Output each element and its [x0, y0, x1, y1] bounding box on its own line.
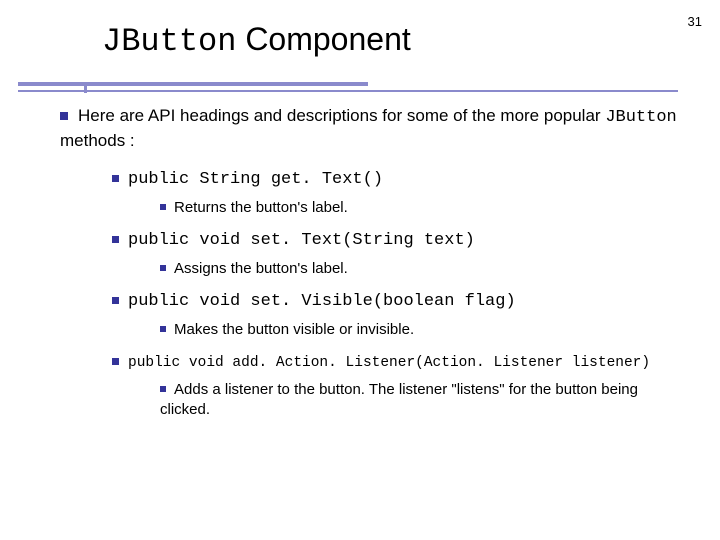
bullet-icon — [112, 175, 119, 182]
method-desc: Assigns the button's label. — [160, 259, 680, 279]
title-area: JButton Component — [0, 22, 720, 59]
bullet-icon — [160, 326, 166, 332]
bullet-icon — [112, 297, 119, 304]
intro-line: Here are API headings and descriptions f… — [60, 105, 680, 153]
method-item: public void set. Visible(boolean flag) — [112, 289, 680, 314]
method-desc-text: Returns the button's label. — [174, 199, 348, 216]
content: Here are API headings and descriptions f… — [60, 105, 680, 427]
method-signature: public String get. Text() — [128, 170, 383, 189]
slide: 31 JButton Component Here are API headin… — [0, 0, 720, 540]
method-desc: Adds a listener to the button. The liste… — [160, 380, 680, 421]
method-desc-text: Makes the button visible or invisible. — [174, 321, 414, 338]
method-signature: public void set. Visible(boolean flag) — [128, 292, 516, 311]
slide-title: JButton Component — [102, 22, 720, 59]
method-item: public void set. Text(String text) — [112, 228, 680, 253]
intro-mono: JButton — [605, 108, 676, 127]
bullet-icon — [160, 265, 166, 271]
intro-post: methods : — [60, 131, 135, 150]
method-item: public String get. Text() — [112, 167, 680, 192]
method-desc: Makes the button visible or invisible. — [160, 320, 680, 340]
title-mono: JButton — [102, 23, 236, 60]
bullet-icon — [160, 204, 166, 210]
bullet-icon — [112, 236, 119, 243]
bullet-icon — [112, 358, 119, 365]
title-rule-top — [18, 82, 368, 86]
method-signature: public void set. Text(String text) — [128, 231, 475, 250]
method-desc-text: Adds a listener to the button. The liste… — [160, 381, 638, 418]
intro-pre: Here are API headings and descriptions f… — [78, 106, 605, 125]
bullet-icon — [60, 112, 68, 120]
bullet-icon — [160, 386, 166, 392]
method-desc-text: Assigns the button's label. — [174, 260, 348, 277]
method-signature: public void add. Action. Listener(Action… — [128, 355, 650, 371]
title-rule-bottom — [18, 90, 678, 92]
method-item: public void add. Action. Listener(Action… — [112, 350, 680, 374]
method-desc: Returns the button's label. — [160, 198, 680, 218]
title-rest: Component — [236, 21, 410, 57]
